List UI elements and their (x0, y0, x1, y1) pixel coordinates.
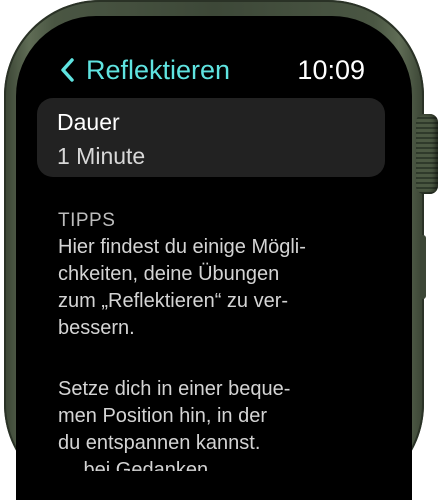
header: Reflektieren 10:09 (16, 16, 412, 96)
tips-paragraph1-line: Hier findest du einige Mögli- (58, 236, 306, 258)
tips-heading: TIPPS (58, 210, 116, 231)
duration-title: Dauer (57, 109, 120, 135)
clock: 10:09 (297, 55, 365, 85)
tips-paragraph1-line: chkeiten, deine Übungen (58, 263, 280, 285)
tips-text: Hier findest du einige Mögli- chkeiten, … (58, 234, 378, 471)
side-button[interactable] (420, 235, 426, 299)
tips-paragraph2-line: du entspannen kannst. (58, 432, 261, 454)
chevron-left-icon[interactable] (60, 58, 74, 82)
tips-paragraph1-line: bessern. (58, 317, 135, 339)
watch-screen: Reflektieren 10:09 Dauer 1 Minute TIPPS … (16, 16, 412, 500)
tips-paragraph2-line: … bei Gedanken (58, 459, 209, 471)
duration-value: 1 Minute (57, 143, 146, 169)
duration-button[interactable]: Dauer 1 Minute (37, 98, 385, 177)
digital-crown[interactable] (416, 114, 438, 194)
back-button[interactable]: Reflektieren (86, 54, 230, 86)
tips-paragraph1-line: zum „Reflektieren“ zu ver- (58, 290, 289, 312)
tips-paragraph2-line: men Position hin, in der (58, 405, 268, 427)
tips-paragraph2-line: Setze dich in einer beque- (58, 378, 291, 400)
watch-display: Reflektieren 10:09 Dauer 1 Minute TIPPS … (0, 0, 442, 500)
